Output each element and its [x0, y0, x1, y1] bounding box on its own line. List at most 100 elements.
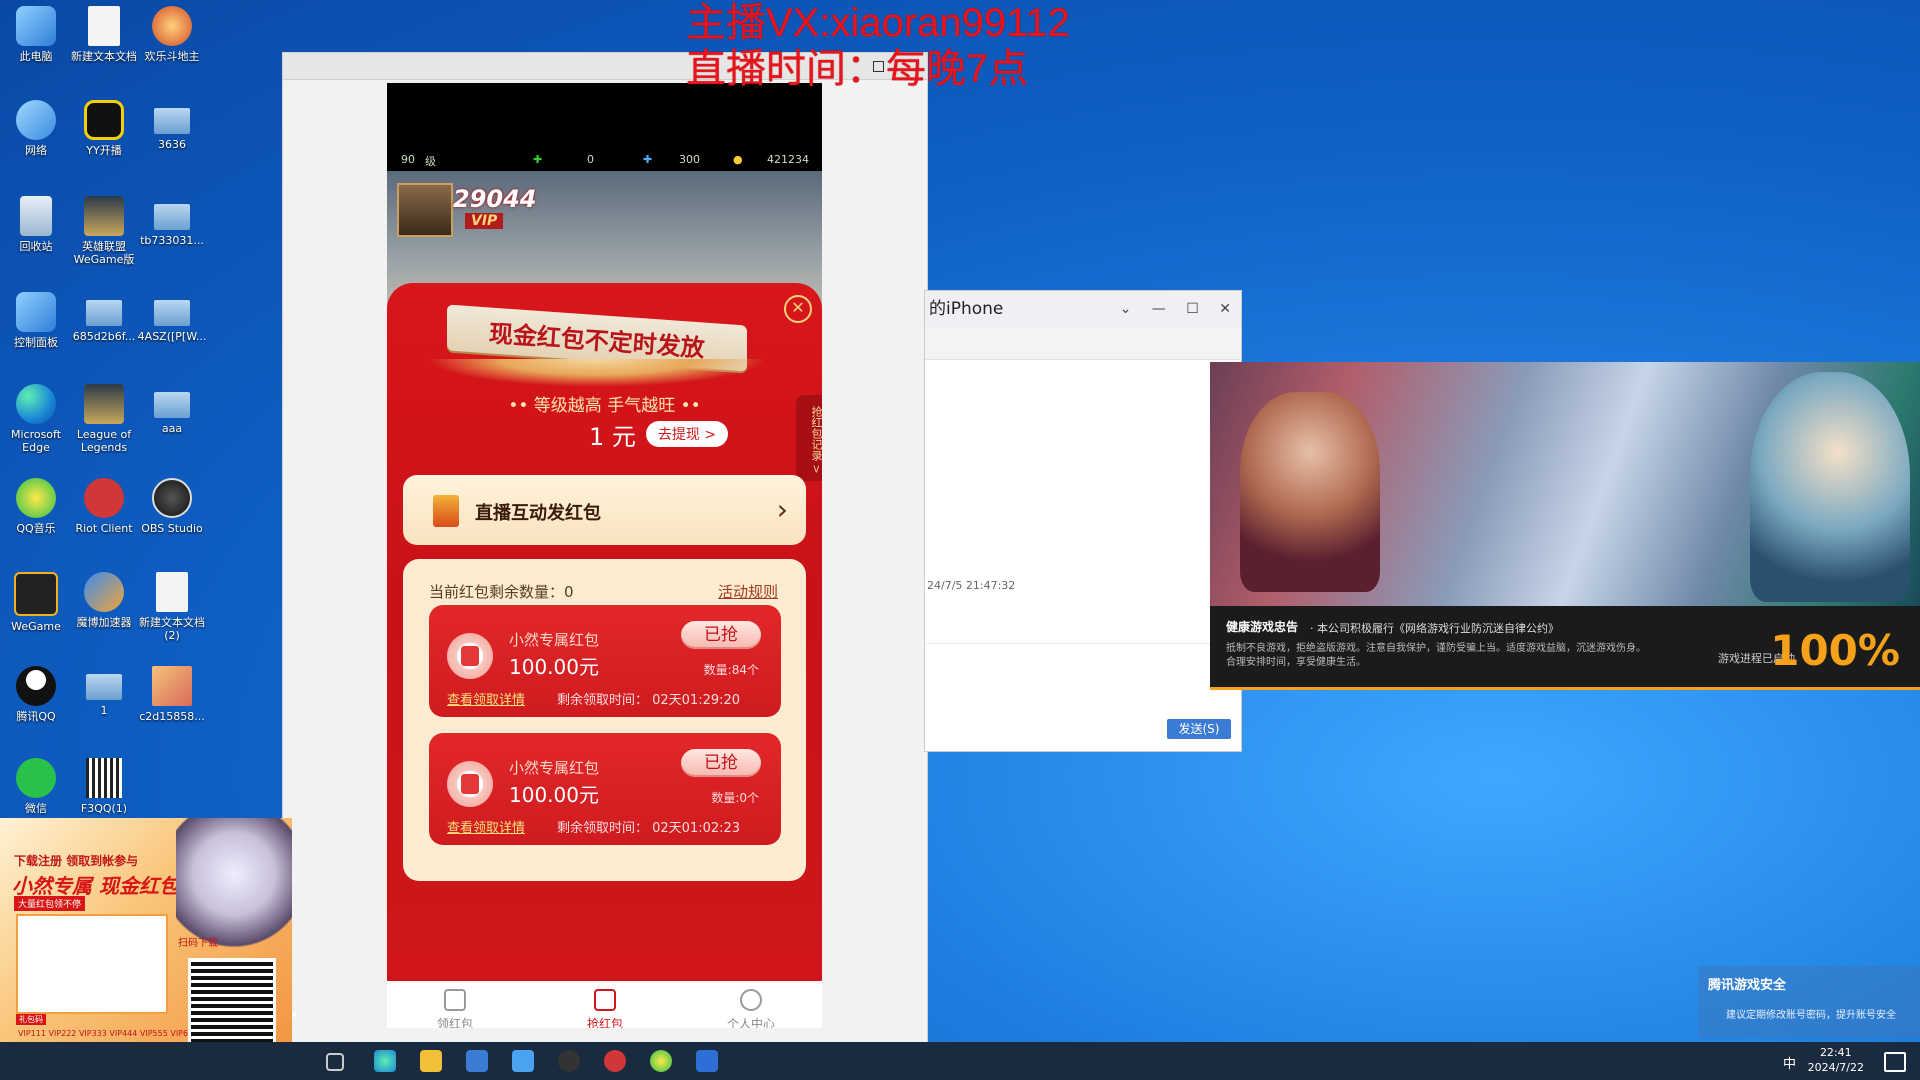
- desktop-icon-f3qq[interactable]: F3QQ(1): [68, 758, 140, 815]
- desktop-icon-riot[interactable]: Riot Client: [68, 478, 140, 535]
- desktop-icon-1[interactable]: 1: [68, 666, 140, 717]
- grabbed-button[interactable]: 已抢: [681, 621, 761, 649]
- qq-music-icon[interactable]: [650, 1050, 672, 1072]
- promo-tag: 大量红包领不停: [14, 896, 86, 911]
- bottom-tab-bar: 领红包 抢红包 个人中心: [387, 981, 822, 1028]
- health-notice-sub: · 本公司积极履行《网络游戏行业防沉迷自律公约》: [1310, 622, 1559, 635]
- packet-count: 数量:84个: [703, 663, 759, 677]
- clock-date: 2024/7/22: [1807, 1061, 1864, 1074]
- clock[interactable]: 22:41 2024/7/22: [1808, 1045, 1864, 1075]
- gem-icon: ✚: [533, 153, 543, 166]
- hero-figure-left: [1240, 392, 1380, 592]
- desktop-icon-aaa[interactable]: aaa: [136, 384, 208, 435]
- packet-name: 小然专属红包: [509, 631, 600, 649]
- desktop-icon-edge[interactable]: Microsoft Edge: [0, 384, 72, 454]
- user-icon: [740, 989, 762, 1011]
- wegame-icon: [14, 572, 58, 616]
- desktop-icon-4asz[interactable]: 4ASZ([P[W...: [136, 292, 208, 343]
- game-hud: 90 级 ✚ 0 ✚ 300 ● 421234: [387, 149, 822, 171]
- desktop-icon-c2d15858[interactable]: c2d15858...: [136, 666, 208, 723]
- desktop-icon-this-pc[interactable]: 此电脑: [0, 6, 72, 63]
- chat-toolbar: [925, 327, 1241, 360]
- remaining-time: 剩余领取时间： 02天01:02:23: [557, 821, 741, 836]
- desktop-icon-yy[interactable]: YY开播: [68, 100, 140, 157]
- desktop-icon-league[interactable]: League of Legends: [68, 384, 140, 454]
- health-notice-title: 健康游戏忠告: [1226, 620, 1299, 634]
- desktop-icon-new-text-2[interactable]: 新建文本文档 (2): [136, 572, 208, 642]
- packet-badge-icon: [447, 633, 493, 679]
- image-icon: [154, 204, 190, 230]
- security-toast[interactable]: 腾讯游戏安全 建议定期修改账号密码，提升账号安全: [1698, 966, 1920, 1038]
- packet-item: 小然专属红包 100.00元 已抢 数量:84个 查看领取详情 剩余领取时间： …: [429, 605, 781, 717]
- live-red-packet-card[interactable]: 直播互动发红包 ›: [403, 475, 806, 545]
- desktop-icon-network[interactable]: 网络: [0, 100, 72, 157]
- packet-item: 小然专属红包 100.00元 已抢 数量:0个 查看领取详情 剩余领取时间： 0…: [429, 733, 781, 845]
- minimize-icon[interactable]: —: [1152, 301, 1166, 317]
- store-icon[interactable]: [466, 1050, 488, 1072]
- red-packet-icon: [594, 989, 616, 1011]
- desktop-icon-685d2b6f[interactable]: 685d2b6f...: [68, 292, 140, 343]
- gem-count: 0: [587, 153, 594, 166]
- file-explorer-icon[interactable]: [420, 1050, 442, 1072]
- withdraw-button[interactable]: 去提现 >: [645, 421, 729, 447]
- desktop-icon-wechat[interactable]: 微信: [0, 758, 72, 815]
- tab-grab-packet[interactable]: 抢红包: [555, 989, 655, 1028]
- image-icon: [154, 392, 190, 418]
- live-card-label: 直播互动发红包: [475, 503, 601, 524]
- window-controls: ⌄ — ☐ ✕: [1104, 291, 1231, 327]
- security-title: 腾讯游戏安全: [1708, 978, 1787, 993]
- scan-label: 扫码下载: [178, 938, 218, 949]
- gold-icon: ●: [733, 153, 743, 166]
- phone-app-icon[interactable]: [696, 1050, 718, 1072]
- close-button[interactable]: ✕: [784, 295, 812, 323]
- image-icon: [154, 108, 190, 134]
- edge-icon[interactable]: [374, 1050, 396, 1072]
- detail-link[interactable]: 查看领取详情: [447, 689, 525, 708]
- control-panel-icon: [16, 292, 56, 332]
- riot-icon[interactable]: [604, 1050, 626, 1072]
- overlay-schedule: 直播时间：每晚7点: [686, 47, 1029, 91]
- league-icon: [84, 384, 124, 424]
- desktop-icon-new-text[interactable]: 新建文本文档: [68, 6, 140, 63]
- ime-indicator[interactable]: 中: [1783, 1053, 1796, 1072]
- task-view-icon[interactable]: [326, 1053, 344, 1071]
- maximize-icon[interactable]: ☐: [1186, 301, 1199, 317]
- desktop-icon-doudizhu[interactable]: 欢乐斗地主: [136, 6, 208, 63]
- desktop-icon-recycle-bin[interactable]: 回收站: [0, 196, 72, 253]
- desktop-icon-tb733031[interactable]: tb733031...: [136, 196, 208, 247]
- lol-icon: [84, 196, 124, 236]
- desktop-icon-3636[interactable]: 3636: [136, 100, 208, 151]
- desktop-icon-obs[interactable]: OBS Studio: [136, 478, 208, 535]
- message-timestamp: 24/7/5 21:47:32: [927, 579, 1016, 592]
- tab-profile[interactable]: 个人中心: [701, 989, 801, 1028]
- close-icon[interactable]: ✕: [1219, 301, 1231, 317]
- launch-progress-bar: [1210, 687, 1920, 690]
- notification-icon[interactable]: [1884, 1052, 1906, 1072]
- image-icon: [86, 674, 122, 700]
- chevron-down-icon[interactable]: ⌄: [1120, 301, 1132, 317]
- tab-claim-packet[interactable]: 领红包: [405, 989, 505, 1028]
- overlay-contact: 主播VX:xiaoran99112: [686, 1, 1070, 45]
- gift-codes: VIP111 VIP222 VIP333 VIP444 VIP555 VIP66…: [18, 1029, 199, 1038]
- rules-link[interactable]: 活动规则: [718, 581, 778, 602]
- desktop-icon-qq[interactable]: 腾讯QQ: [0, 666, 72, 723]
- recycle-bin-icon: [20, 196, 52, 236]
- banner: 现金红包不定时发放: [427, 304, 767, 387]
- send-button[interactable]: 发送(S): [1167, 719, 1231, 739]
- hero-figure-right: [1750, 372, 1910, 602]
- grabbed-button[interactable]: 已抢: [681, 749, 761, 777]
- cloud-decoration: [427, 359, 767, 387]
- desktop-icon-wegame[interactable]: WeGame: [0, 572, 72, 633]
- mail-icon[interactable]: [512, 1050, 534, 1072]
- emulator-window: 90 级 ✚ 0 ✚ 300 ● 421234 29044 VIP ✕ 现金红包…: [282, 52, 928, 1047]
- obs-icon[interactable]: [558, 1050, 580, 1072]
- close-icon: ✕: [791, 298, 805, 317]
- security-message: 建议定期修改账号密码，提升账号安全: [1726, 1010, 1896, 1021]
- desktop-icon-control-panel[interactable]: 控制面板: [0, 292, 72, 349]
- desktop-icon-qqmusic[interactable]: QQ音乐: [0, 478, 72, 535]
- chevron-right-icon: ›: [776, 493, 788, 526]
- desktop-icon-lol-wegame[interactable]: 英雄联盟WeGame版: [68, 196, 140, 266]
- desktop-icon-accelerator[interactable]: 魔博加速器: [68, 572, 140, 629]
- detail-link[interactable]: 查看领取详情: [447, 817, 525, 836]
- grab-record-tab[interactable]: 抢红包记录 >: [796, 395, 822, 481]
